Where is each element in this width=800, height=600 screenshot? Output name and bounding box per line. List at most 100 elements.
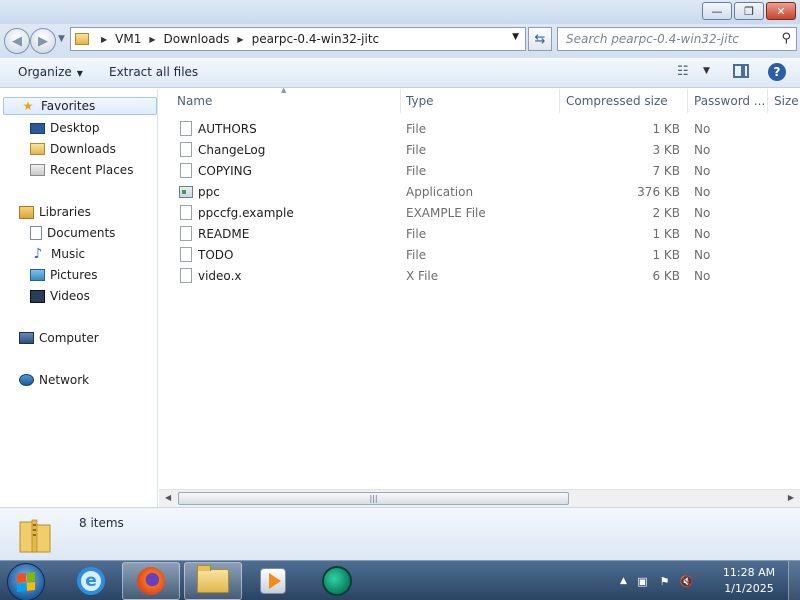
table-row[interactable]: ppccfg.example EXAMPLE File 2 KB No: [159, 203, 800, 224]
nav-desktop[interactable]: Desktop: [30, 119, 100, 137]
table-row[interactable]: video.x X File 6 KB No: [159, 266, 800, 287]
file-name: TODO: [198, 248, 234, 262]
maximize-button[interactable]: ❐: [734, 2, 764, 20]
table-row[interactable]: README File 1 KB No: [159, 224, 800, 245]
film-icon: [30, 289, 45, 303]
table-row[interactable]: COPYING File 7 KB No: [159, 161, 800, 182]
file-type: File: [406, 164, 427, 178]
column-name-label: Name: [177, 94, 213, 108]
firefox-icon: [137, 567, 165, 595]
file-compressed-size: 1 KB: [652, 227, 680, 241]
libraries-icon: [19, 205, 34, 219]
file-compressed-size: 6 KB: [652, 269, 680, 283]
nav-recent-places[interactable]: Recent Places: [30, 161, 133, 179]
windows-logo-icon: [17, 572, 35, 592]
column-header-size[interactable]: Size: [768, 89, 800, 113]
nav-network[interactable]: Network: [19, 371, 89, 389]
refresh-button[interactable]: ⇆: [528, 27, 552, 51]
arrow-right-icon: ▶: [38, 33, 48, 49]
chevron-right-icon[interactable]: ▶: [149, 35, 155, 44]
file-list: ▲ Name Type Compressed size Password ...…: [159, 86, 800, 489]
file-type: File: [406, 143, 427, 157]
nav-network-label: Network: [39, 373, 90, 387]
volume-muted-icon[interactable]: 🔇: [680, 575, 694, 588]
file-password: No: [694, 164, 711, 178]
nav-music[interactable]: ♪ Music: [30, 245, 86, 263]
explorer-folder-icon: [197, 565, 229, 593]
organize-button[interactable]: Organize ▼: [18, 65, 83, 79]
taskbar-explorer[interactable]: [184, 562, 242, 600]
nav-music-label: Music: [51, 247, 86, 261]
nav-documents[interactable]: Documents: [30, 224, 115, 242]
nav-videos[interactable]: Videos: [30, 287, 90, 305]
breadcrumb-vm1[interactable]: VM1: [115, 32, 141, 46]
nav-recent-label: Recent Places: [50, 163, 134, 177]
extract-all-button[interactable]: Extract all files: [109, 65, 198, 79]
forward-button[interactable]: ▶: [30, 28, 56, 54]
view-dropdown-icon[interactable]: ▼: [703, 66, 710, 76]
back-button[interactable]: ◀: [4, 28, 30, 54]
file-password: No: [694, 143, 711, 157]
file-password: No: [694, 227, 711, 241]
media-player-icon: [260, 568, 286, 594]
start-button[interactable]: [7, 563, 45, 600]
nav-favorites[interactable]: ★ Favorites: [3, 97, 157, 115]
taskbar-media-player[interactable]: [244, 562, 302, 600]
recent-pages-dropdown[interactable]: ▼: [58, 34, 65, 44]
file-icon: [180, 268, 192, 283]
scrollbar-thumb[interactable]: |||: [178, 492, 569, 505]
recent-places-icon: [30, 164, 45, 176]
view-options-icon[interactable]: ☷: [677, 64, 689, 79]
minimize-button[interactable]: —: [702, 2, 732, 20]
taskbar-firefox[interactable]: [122, 562, 180, 600]
column-header-compressed-size[interactable]: Compressed size: [560, 89, 688, 113]
help-icon[interactable]: ?: [768, 63, 786, 81]
computer-icon: [19, 332, 34, 344]
clock[interactable]: 11:28 AM 1/1/2025: [718, 565, 780, 597]
file-icon: [180, 205, 192, 220]
chevron-right-icon[interactable]: ▶: [101, 35, 107, 44]
chevron-right-icon[interactable]: ▶: [237, 35, 243, 44]
breadcrumb-downloads[interactable]: Downloads: [164, 32, 230, 46]
taskbar-internet-explorer[interactable]: e: [62, 562, 120, 600]
table-row[interactable]: ChangeLog File 3 KB No: [159, 140, 800, 161]
preview-pane-icon[interactable]: [733, 64, 749, 78]
show-hidden-icons-icon[interactable]: ▲: [620, 576, 627, 586]
search-input[interactable]: Search pearpc-0.4-win32-jitc ⚲: [557, 27, 797, 51]
action-center-flag-icon[interactable]: ⚑: [658, 575, 671, 588]
close-button[interactable]: ✕: [766, 2, 796, 20]
window-titlebar: — ❐ ✕: [0, 0, 800, 24]
table-row[interactable]: AUTHORS File 1 KB No: [159, 119, 800, 140]
horizontal-scrollbar[interactable]: ◀ ||| ▶: [159, 489, 800, 507]
breadcrumb-current-folder[interactable]: pearpc-0.4-win32-jitc: [252, 32, 380, 46]
nav-pictures-label: Pictures: [50, 268, 98, 282]
table-row[interactable]: TODO File 1 KB No: [159, 245, 800, 266]
show-desktop-button[interactable]: [788, 561, 800, 600]
network-tray-icon[interactable]: ▣: [636, 575, 649, 588]
nav-downloads[interactable]: Downloads: [30, 140, 116, 158]
column-header-type[interactable]: Type: [401, 89, 560, 113]
documents-icon: [30, 226, 42, 240]
search-icon[interactable]: ⚲: [781, 31, 791, 46]
file-icon: [180, 142, 192, 157]
nav-videos-label: Videos: [50, 289, 90, 303]
file-password: No: [694, 122, 711, 136]
column-header-name[interactable]: Name: [159, 89, 401, 113]
file-type: File: [406, 227, 427, 241]
address-dropdown-icon[interactable]: ▼: [512, 32, 519, 42]
scroll-left-icon[interactable]: ◀: [165, 493, 171, 502]
address-bar[interactable]: ▶ VM1 ▶ Downloads ▶ pearpc-0.4-win32-jit…: [70, 27, 526, 51]
nav-pictures[interactable]: Pictures: [30, 266, 98, 284]
application-icon: [179, 186, 193, 198]
nav-computer[interactable]: Computer: [19, 329, 99, 347]
nav-downloads-label: Downloads: [50, 142, 116, 156]
taskbar-app[interactable]: [308, 562, 366, 600]
table-row[interactable]: ppc Application 376 KB No: [159, 182, 800, 203]
scroll-right-icon[interactable]: ▶: [788, 493, 794, 502]
nav-libraries-label: Libraries: [39, 205, 91, 219]
column-header-password[interactable]: Password ...: [688, 89, 768, 113]
file-name: README: [198, 227, 250, 241]
file-type: Application: [406, 185, 474, 199]
pictures-icon: [30, 269, 45, 281]
nav-libraries[interactable]: Libraries: [19, 203, 91, 221]
